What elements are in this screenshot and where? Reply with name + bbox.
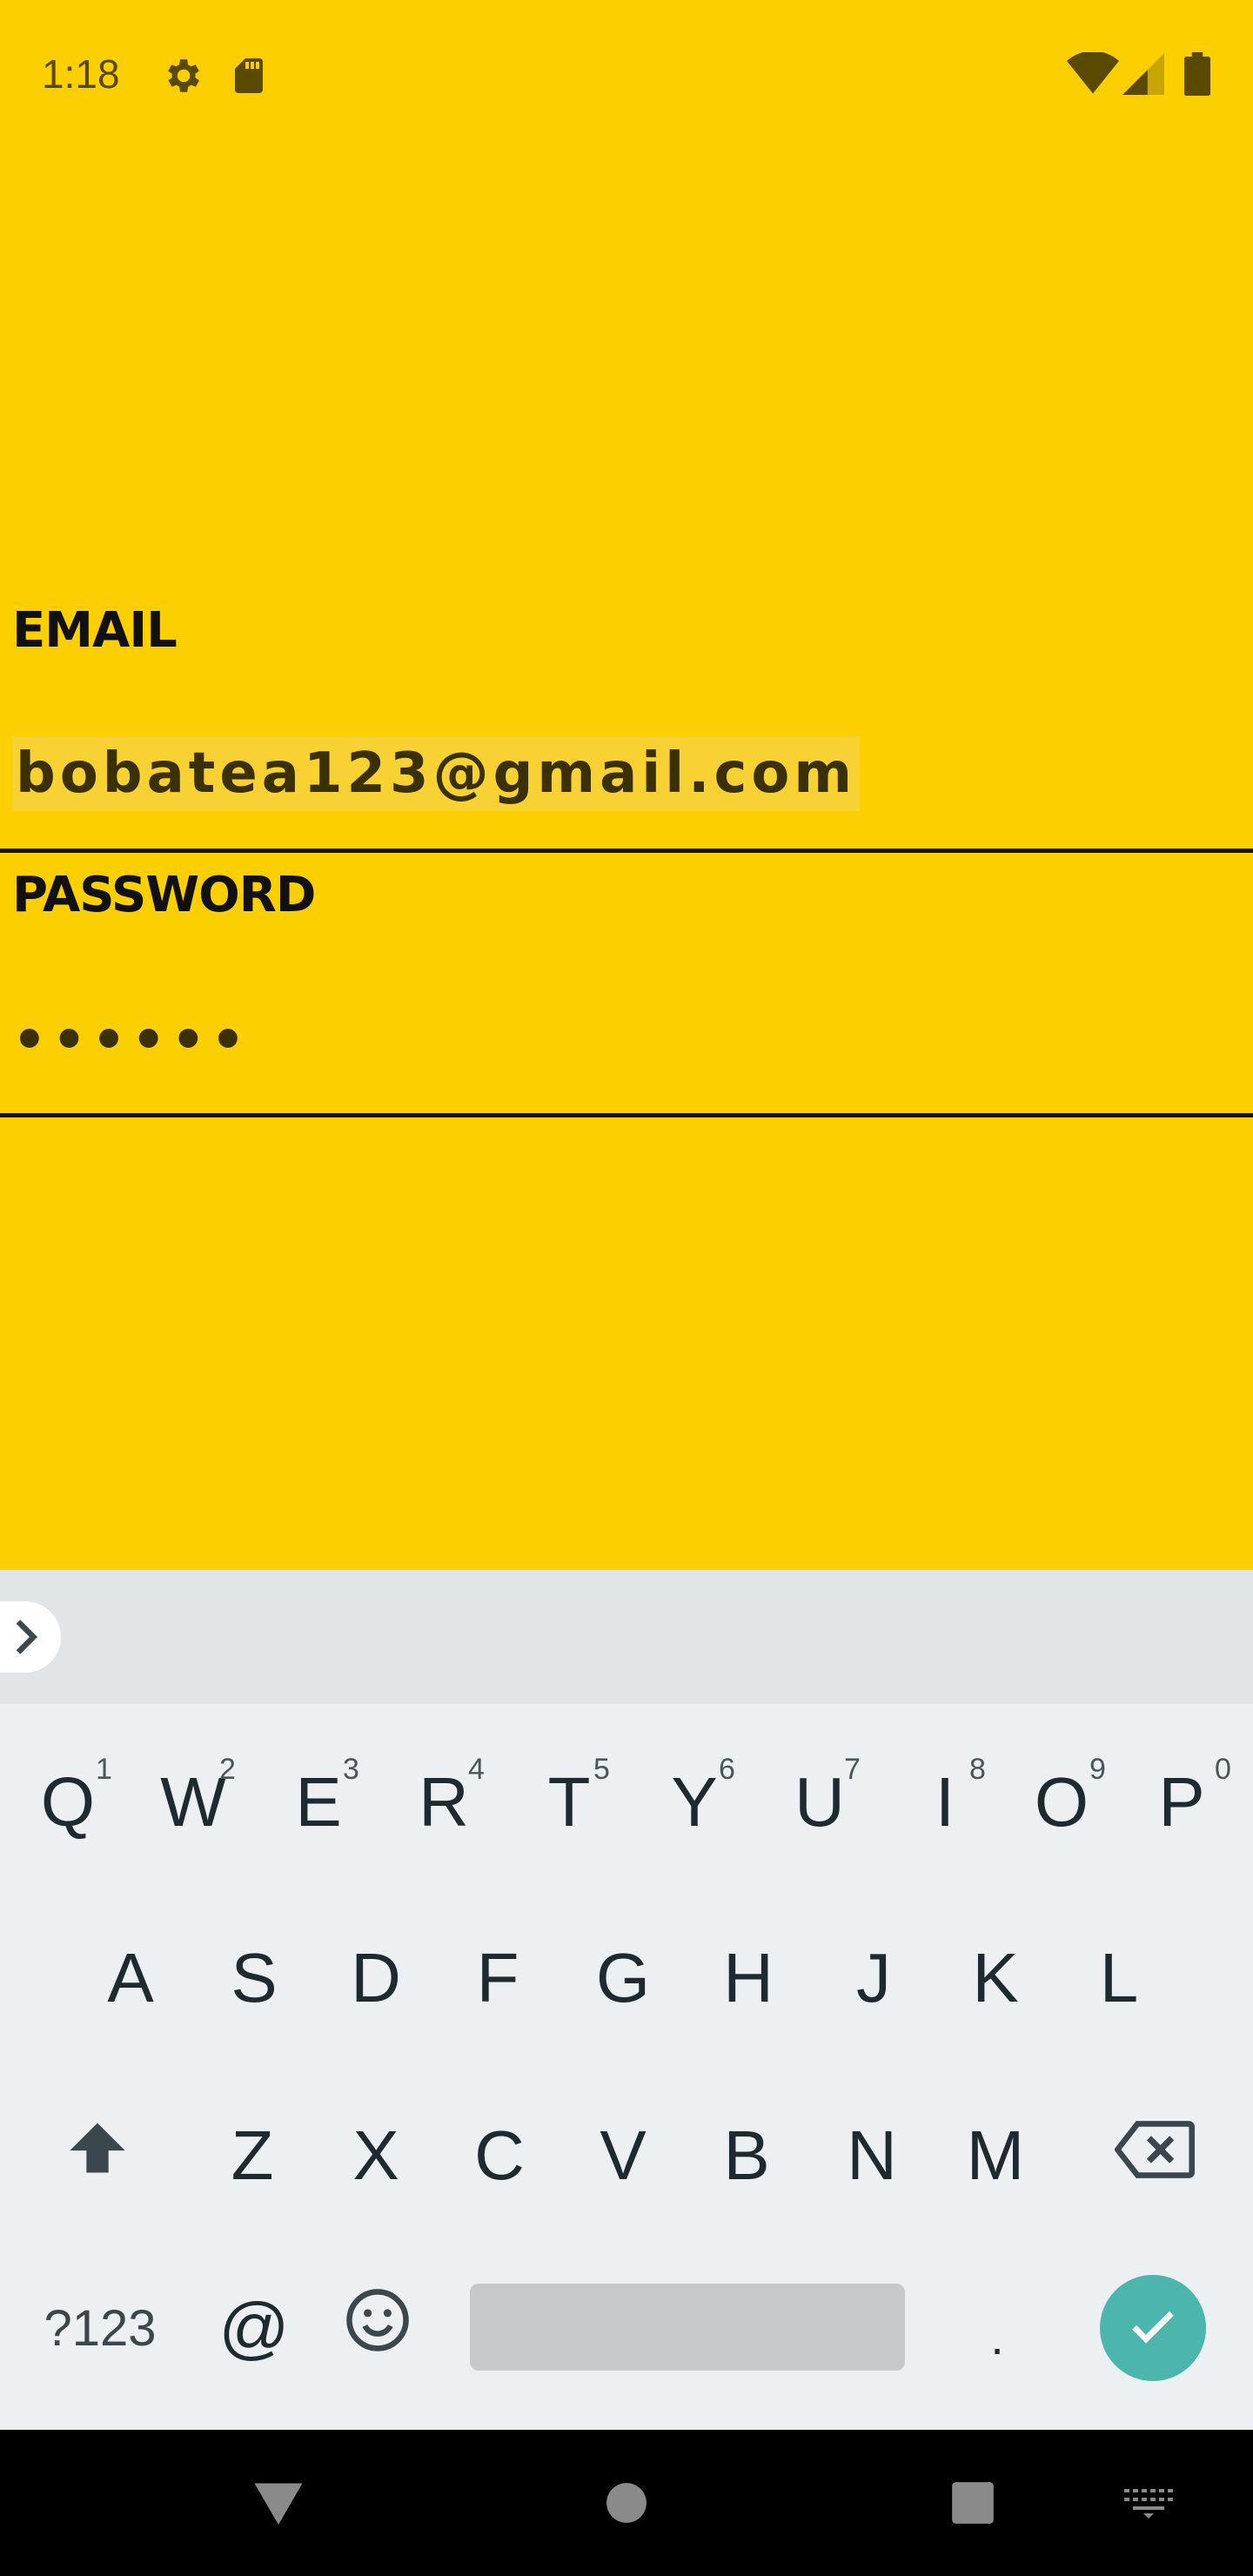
key-r[interactable]: R4 xyxy=(381,1746,506,1859)
key-g[interactable]: G xyxy=(560,1922,686,2035)
emoji-key[interactable] xyxy=(317,2271,439,2385)
key-w[interactable]: W2 xyxy=(131,1746,256,1859)
keyboard-switch-icon[interactable] xyxy=(1096,2430,1201,2576)
key-l[interactable]: L xyxy=(1056,1922,1182,2035)
gear-icon xyxy=(160,54,204,102)
status-bar: 1:18 xyxy=(0,0,1253,148)
keyboard-suggestion-strip xyxy=(0,1570,1253,1704)
backspace-icon xyxy=(1114,2116,1195,2196)
key-n[interactable]: N xyxy=(809,2099,935,2212)
key-o[interactable]: O9 xyxy=(999,1746,1124,1859)
key-i[interactable]: I8 xyxy=(882,1746,1008,1859)
enter-key[interactable] xyxy=(1100,2275,1206,2381)
key-h[interactable]: H xyxy=(686,1922,811,2035)
key-k[interactable]: K xyxy=(933,1922,1058,2035)
key-q[interactable]: Q1 xyxy=(5,1746,131,1859)
key-z[interactable]: Z xyxy=(190,2099,315,2212)
sd-card-icon xyxy=(228,54,270,102)
home-icon[interactable] xyxy=(574,2430,679,2576)
shift-icon xyxy=(63,2115,132,2197)
wifi-icon xyxy=(1067,50,1119,100)
key-d[interactable]: D xyxy=(313,1922,439,2035)
status-time: 1:18 xyxy=(42,51,120,97)
cell-signal-icon xyxy=(1122,52,1164,100)
password-label: PASSWORD xyxy=(12,867,316,923)
period-key[interactable]: . xyxy=(936,2280,1058,2393)
key-j[interactable]: J xyxy=(811,1922,936,2035)
password-underline xyxy=(0,1113,1253,1117)
backspace-key[interactable] xyxy=(1098,2099,1211,2212)
space-bar[interactable] xyxy=(470,2284,905,2371)
key-e[interactable]: E3 xyxy=(256,1746,381,1859)
password-field[interactable]: •••••• xyxy=(12,1010,251,1070)
chevron-right-icon[interactable] xyxy=(0,1601,61,1673)
emoji-icon xyxy=(344,2286,412,2371)
key-f[interactable]: F xyxy=(435,1922,560,2035)
checkmark-icon xyxy=(1125,2298,1181,2358)
at-key[interactable]: @ xyxy=(193,2271,315,2385)
symbols-key[interactable]: ?123 xyxy=(26,2271,174,2385)
shift-key[interactable] xyxy=(44,2099,151,2212)
navigation-bar xyxy=(0,2430,1253,2576)
key-t[interactable]: T5 xyxy=(506,1746,632,1859)
key-v[interactable]: V xyxy=(560,2099,686,2212)
recents-icon[interactable] xyxy=(921,2430,1025,2576)
key-s[interactable]: S xyxy=(191,1922,317,2035)
key-b[interactable]: B xyxy=(684,2099,809,2212)
key-c[interactable]: C xyxy=(437,2099,562,2212)
back-icon[interactable] xyxy=(226,2430,331,2576)
key-a[interactable]: A xyxy=(68,1922,193,2035)
email-underline xyxy=(0,849,1253,853)
email-field[interactable]: bobatea123@gmail.com xyxy=(12,736,861,811)
key-y[interactable]: Y6 xyxy=(632,1746,757,1859)
key-p[interactable]: P0 xyxy=(1119,1746,1244,1859)
email-label: EMAIL xyxy=(12,602,178,659)
key-x[interactable]: X xyxy=(313,2099,439,2212)
key-m[interactable]: M xyxy=(933,2099,1058,2212)
key-u[interactable]: U7 xyxy=(757,1746,882,1859)
battery-icon xyxy=(1183,52,1211,100)
